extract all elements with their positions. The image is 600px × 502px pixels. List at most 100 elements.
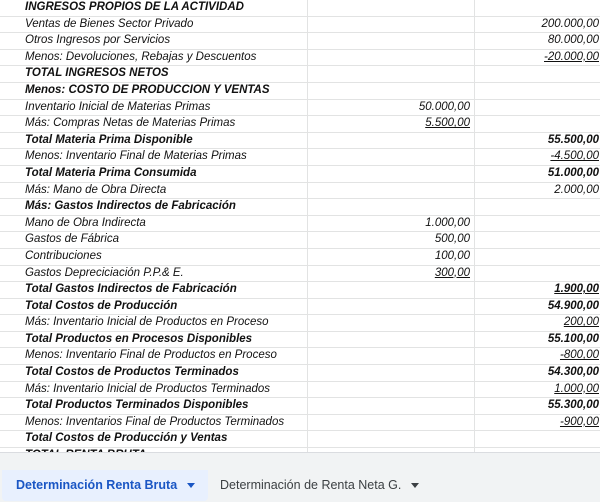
empty-cell[interactable]	[0, 314, 17, 332]
total-value-cell[interactable]	[474, 198, 600, 216]
detail-value-cell[interactable]	[307, 314, 475, 332]
empty-cell[interactable]	[0, 397, 17, 415]
empty-cell[interactable]	[0, 82, 17, 100]
label-cell[interactable]: Total Materia Prima Disponible	[17, 132, 308, 150]
label-cell[interactable]: Menos: Inventarios Final de Productos Te…	[17, 414, 308, 432]
detail-value-cell[interactable]	[307, 414, 475, 432]
empty-cell[interactable]	[0, 281, 17, 299]
spreadsheet-grid[interactable]: INGRESOS PROPIOS DE LA ACTIVIDAD Ventas d…	[0, 0, 600, 452]
caret-down-icon[interactable]	[187, 483, 196, 489]
label-cell[interactable]: Más: Inventario Inicial de Productos Ter…	[17, 381, 308, 399]
total-value-cell[interactable]	[474, 231, 600, 249]
empty-cell[interactable]	[0, 115, 17, 133]
label-cell[interactable]: INGRESOS PROPIOS DE LA ACTIVIDAD	[17, 0, 308, 17]
label-cell[interactable]: Gastos Depreciciación P.P.& E.	[17, 265, 308, 283]
empty-cell[interactable]	[0, 198, 17, 216]
empty-cell[interactable]	[0, 49, 17, 67]
detail-value-cell[interactable]	[307, 82, 475, 100]
label-cell[interactable]: Contribuciones	[17, 248, 308, 266]
detail-value-cell[interactable]	[307, 397, 475, 415]
empty-cell[interactable]	[0, 32, 17, 50]
empty-cell[interactable]	[0, 231, 17, 249]
total-value-cell[interactable]: 1.000,00	[474, 381, 600, 399]
total-value-cell[interactable]: 200.000,00	[474, 16, 600, 34]
label-cell[interactable]: Total Gastos Indirectos de Fabricación	[17, 281, 308, 299]
detail-value-cell[interactable]	[307, 430, 475, 449]
detail-value-cell[interactable]	[307, 49, 475, 67]
total-value-cell[interactable]: 200,00	[474, 314, 600, 332]
label-cell[interactable]: Menos: Inventario Final de Productos en …	[17, 347, 308, 366]
total-value-cell[interactable]: 54.900,00	[474, 298, 600, 316]
detail-value-cell[interactable]	[307, 0, 475, 17]
total-value-cell[interactable]: -800,00	[474, 347, 600, 366]
detail-value-cell[interactable]: 1.000,00	[307, 215, 475, 233]
total-value-cell[interactable]: 1.900,00	[474, 281, 600, 299]
label-cell[interactable]: Gastos de Fábrica	[17, 231, 308, 249]
empty-cell[interactable]	[0, 215, 17, 233]
empty-cell[interactable]	[0, 165, 17, 183]
empty-cell[interactable]	[0, 0, 17, 17]
total-value-cell[interactable]	[474, 430, 600, 449]
label-cell[interactable]: Más: Mano de Obra Directa	[17, 182, 308, 200]
empty-cell[interactable]	[0, 381, 17, 399]
total-value-cell[interactable]: 2.000,00	[474, 182, 600, 200]
total-value-cell[interactable]	[474, 265, 600, 283]
detail-value-cell[interactable]	[307, 381, 475, 399]
sheet-tab-renta-bruta[interactable]: Determinación Renta Bruta	[2, 470, 208, 501]
empty-cell[interactable]	[0, 16, 17, 34]
total-value-cell[interactable]: -4.500,00	[474, 148, 600, 166]
total-value-cell[interactable]	[474, 99, 600, 117]
total-value-cell[interactable]	[474, 0, 600, 17]
label-cell[interactable]: Ventas de Bienes Sector Privado	[17, 16, 308, 34]
label-cell[interactable]: Total Materia Prima Consumida	[17, 165, 308, 183]
label-cell[interactable]: Más: Compras Netas de Materias Primas	[17, 115, 308, 133]
empty-cell[interactable]	[0, 430, 17, 449]
empty-cell[interactable]	[0, 182, 17, 200]
label-cell[interactable]: TOTAL INGRESOS NETOS	[17, 65, 308, 83]
empty-cell[interactable]	[0, 132, 17, 150]
detail-value-cell[interactable]	[307, 331, 475, 349]
detail-value-cell[interactable]	[307, 298, 475, 316]
total-value-cell[interactable]	[474, 82, 600, 100]
sheet-tab-renta-neta[interactable]: Determinación de Renta Neta G.	[208, 470, 438, 501]
empty-cell[interactable]	[0, 148, 17, 166]
total-value-cell[interactable]: 54.300,00	[474, 364, 600, 382]
total-value-cell[interactable]	[474, 65, 600, 83]
total-value-cell[interactable]: 80.000,00	[474, 32, 600, 50]
detail-value-cell[interactable]	[307, 16, 475, 34]
total-value-cell[interactable]: 51.000,00	[474, 165, 600, 183]
detail-value-cell[interactable]	[307, 364, 475, 382]
total-value-cell[interactable]: -900,00	[474, 414, 600, 432]
label-cell[interactable]: Total Costos de Productos Terminados	[17, 364, 308, 382]
empty-cell[interactable]	[0, 364, 17, 382]
detail-value-cell[interactable]	[307, 32, 475, 50]
empty-cell[interactable]	[0, 265, 17, 283]
detail-value-cell[interactable]	[307, 65, 475, 83]
empty-cell[interactable]	[0, 414, 17, 432]
label-cell[interactable]: Menos: Inventario Final de Materias Prim…	[17, 148, 308, 166]
detail-value-cell[interactable]: 50.000,00	[307, 99, 475, 117]
total-value-cell[interactable]: 55.500,00	[474, 132, 600, 150]
label-cell[interactable]: Mano de Obra Indirecta	[17, 215, 308, 233]
total-value-cell[interactable]: -20.000,00	[474, 49, 600, 67]
detail-value-cell[interactable]	[307, 182, 475, 200]
total-value-cell[interactable]	[474, 115, 600, 133]
label-cell[interactable]: Menos: Devoluciones, Rebajas y Descuento…	[17, 49, 308, 67]
empty-cell[interactable]	[0, 99, 17, 117]
detail-value-cell[interactable]: 300,00	[307, 265, 475, 283]
label-cell[interactable]: Total Costos de Producción y Ventas	[17, 430, 308, 449]
detail-value-cell[interactable]	[307, 281, 475, 299]
label-cell[interactable]: Total Productos Terminados Disponibles	[17, 397, 308, 415]
label-cell[interactable]: Total Costos de Producción	[17, 298, 308, 316]
label-cell[interactable]: Total Productos en Procesos Disponibles	[17, 331, 308, 349]
label-cell[interactable]: Más: Inventario Inicial de Productos en …	[17, 314, 308, 332]
detail-value-cell[interactable]: 100,00	[307, 248, 475, 266]
empty-cell[interactable]	[0, 298, 17, 316]
caret-down-icon[interactable]	[411, 483, 420, 489]
label-cell[interactable]: Más: Gastos Indirectos de Fabricación	[17, 198, 308, 216]
label-cell[interactable]: Otros Ingresos por Servicios	[17, 32, 308, 50]
detail-value-cell[interactable]	[307, 198, 475, 216]
detail-value-cell[interactable]	[307, 165, 475, 183]
empty-cell[interactable]	[0, 331, 17, 349]
total-value-cell[interactable]: 55.300,00	[474, 397, 600, 415]
